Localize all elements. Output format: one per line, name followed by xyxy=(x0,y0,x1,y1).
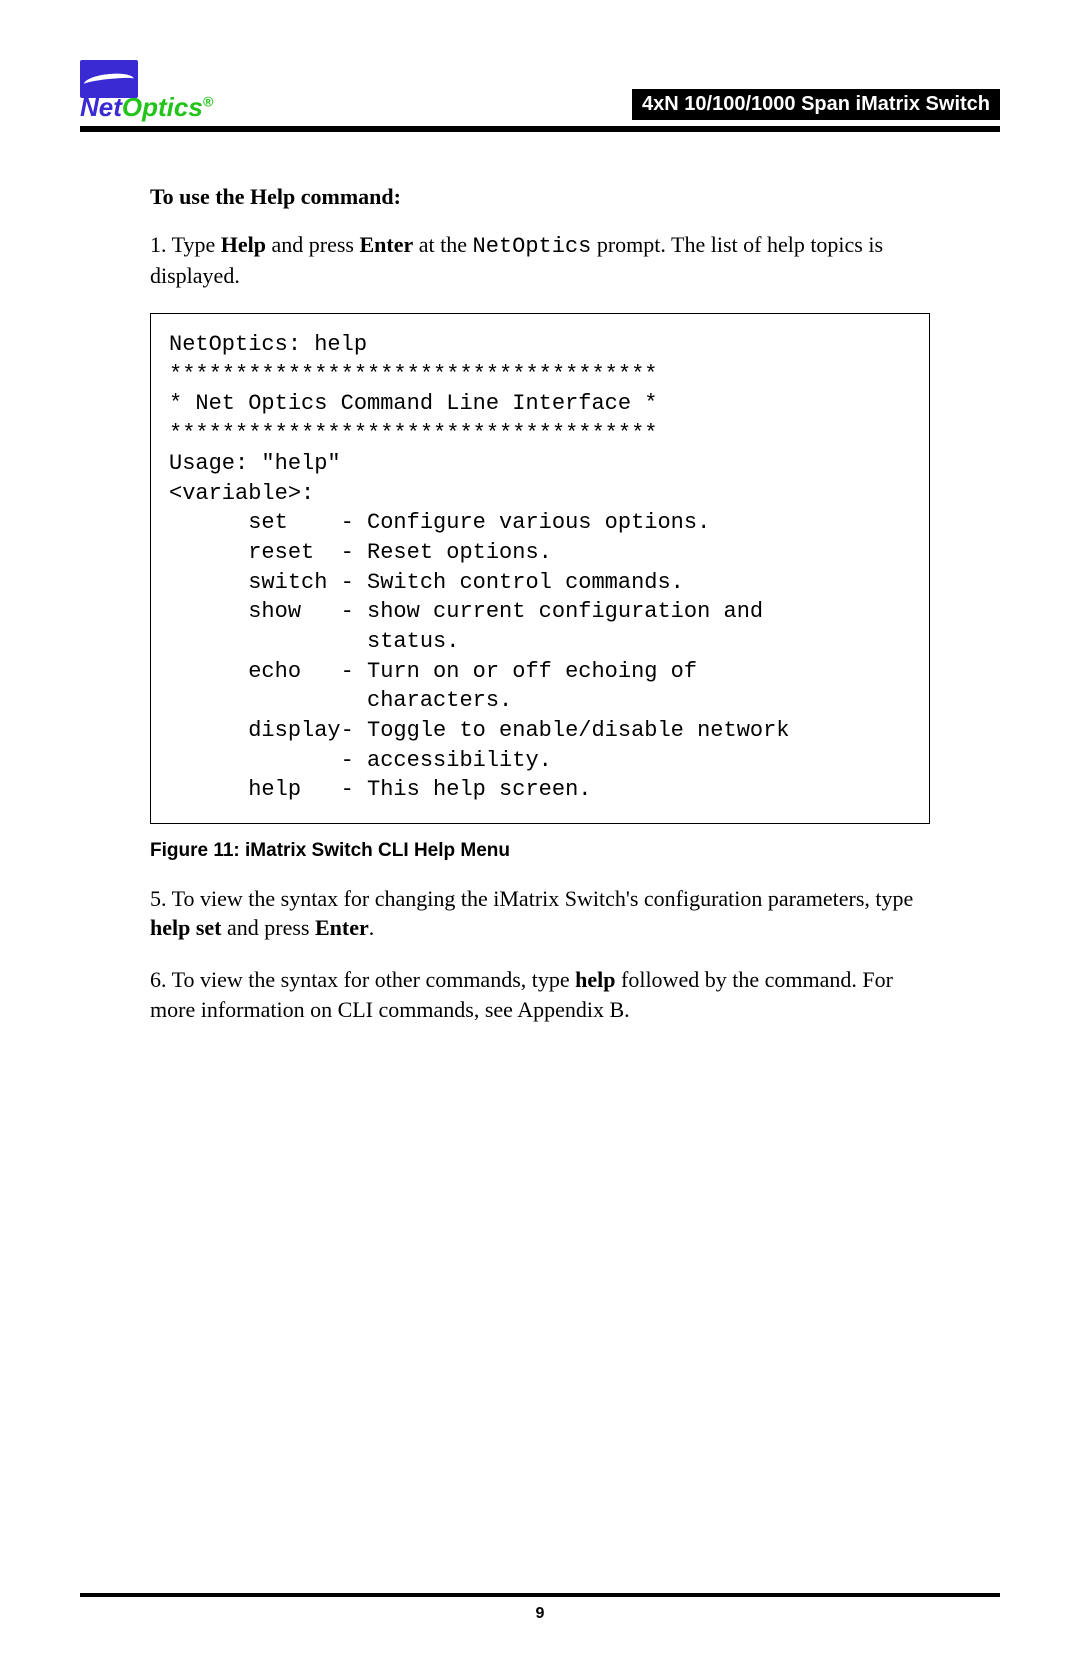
logo-registered-icon: ® xyxy=(203,93,213,109)
footer: 9 xyxy=(80,1593,1000,1623)
step-number: 5. xyxy=(150,886,167,911)
figure-text: iMatrix Switch CLI Help Menu xyxy=(240,840,510,861)
step-text: Type xyxy=(172,232,221,257)
step-text: and press xyxy=(266,232,359,257)
step-number: 6. xyxy=(150,967,167,992)
step-mono: NetOptics xyxy=(473,234,592,259)
step-bold: Enter xyxy=(360,232,414,257)
page-number: 9 xyxy=(80,1605,1000,1623)
section-heading: To use the Help command: xyxy=(150,182,930,212)
step-bold: help xyxy=(575,967,615,992)
step-1: 1. Type Help and press Enter at the NetO… xyxy=(150,230,930,291)
step-text: at the xyxy=(413,232,472,257)
header: NetOptics® 4xN 10/100/1000 Span iMatrix … xyxy=(80,60,1000,120)
logo-swoosh-icon xyxy=(80,60,138,98)
footer-rule xyxy=(80,1593,1000,1597)
step-text: and press xyxy=(222,915,315,940)
step-text: To view the syntax for other commands, t… xyxy=(172,967,576,992)
page: NetOptics® 4xN 10/100/1000 Span iMatrix … xyxy=(0,0,1080,1669)
step-text: . xyxy=(369,915,375,940)
step-bold: Help xyxy=(221,232,266,257)
step-6: 6. To view the syntax for other commands… xyxy=(150,965,930,1024)
cli-output-box: NetOptics: help ************************… xyxy=(150,313,930,824)
step-number: 1. xyxy=(150,232,167,257)
step-bold: Enter xyxy=(315,915,369,940)
step-text: To view the syntax for changing the iMat… xyxy=(172,886,914,911)
figure-label: Figure 11: xyxy=(150,840,240,861)
document-title: 4xN 10/100/1000 Span iMatrix Switch xyxy=(632,89,1000,120)
figure-caption: Figure 11: iMatrix Switch CLI Help Menu xyxy=(150,838,930,864)
step-bold: help set xyxy=(150,915,222,940)
step-5: 5. To view the syntax for changing the i… xyxy=(150,884,930,943)
header-rule xyxy=(80,126,1000,132)
content-area: To use the Help command: 1. Type Help an… xyxy=(80,182,1000,1024)
logo: NetOptics® xyxy=(80,60,213,120)
